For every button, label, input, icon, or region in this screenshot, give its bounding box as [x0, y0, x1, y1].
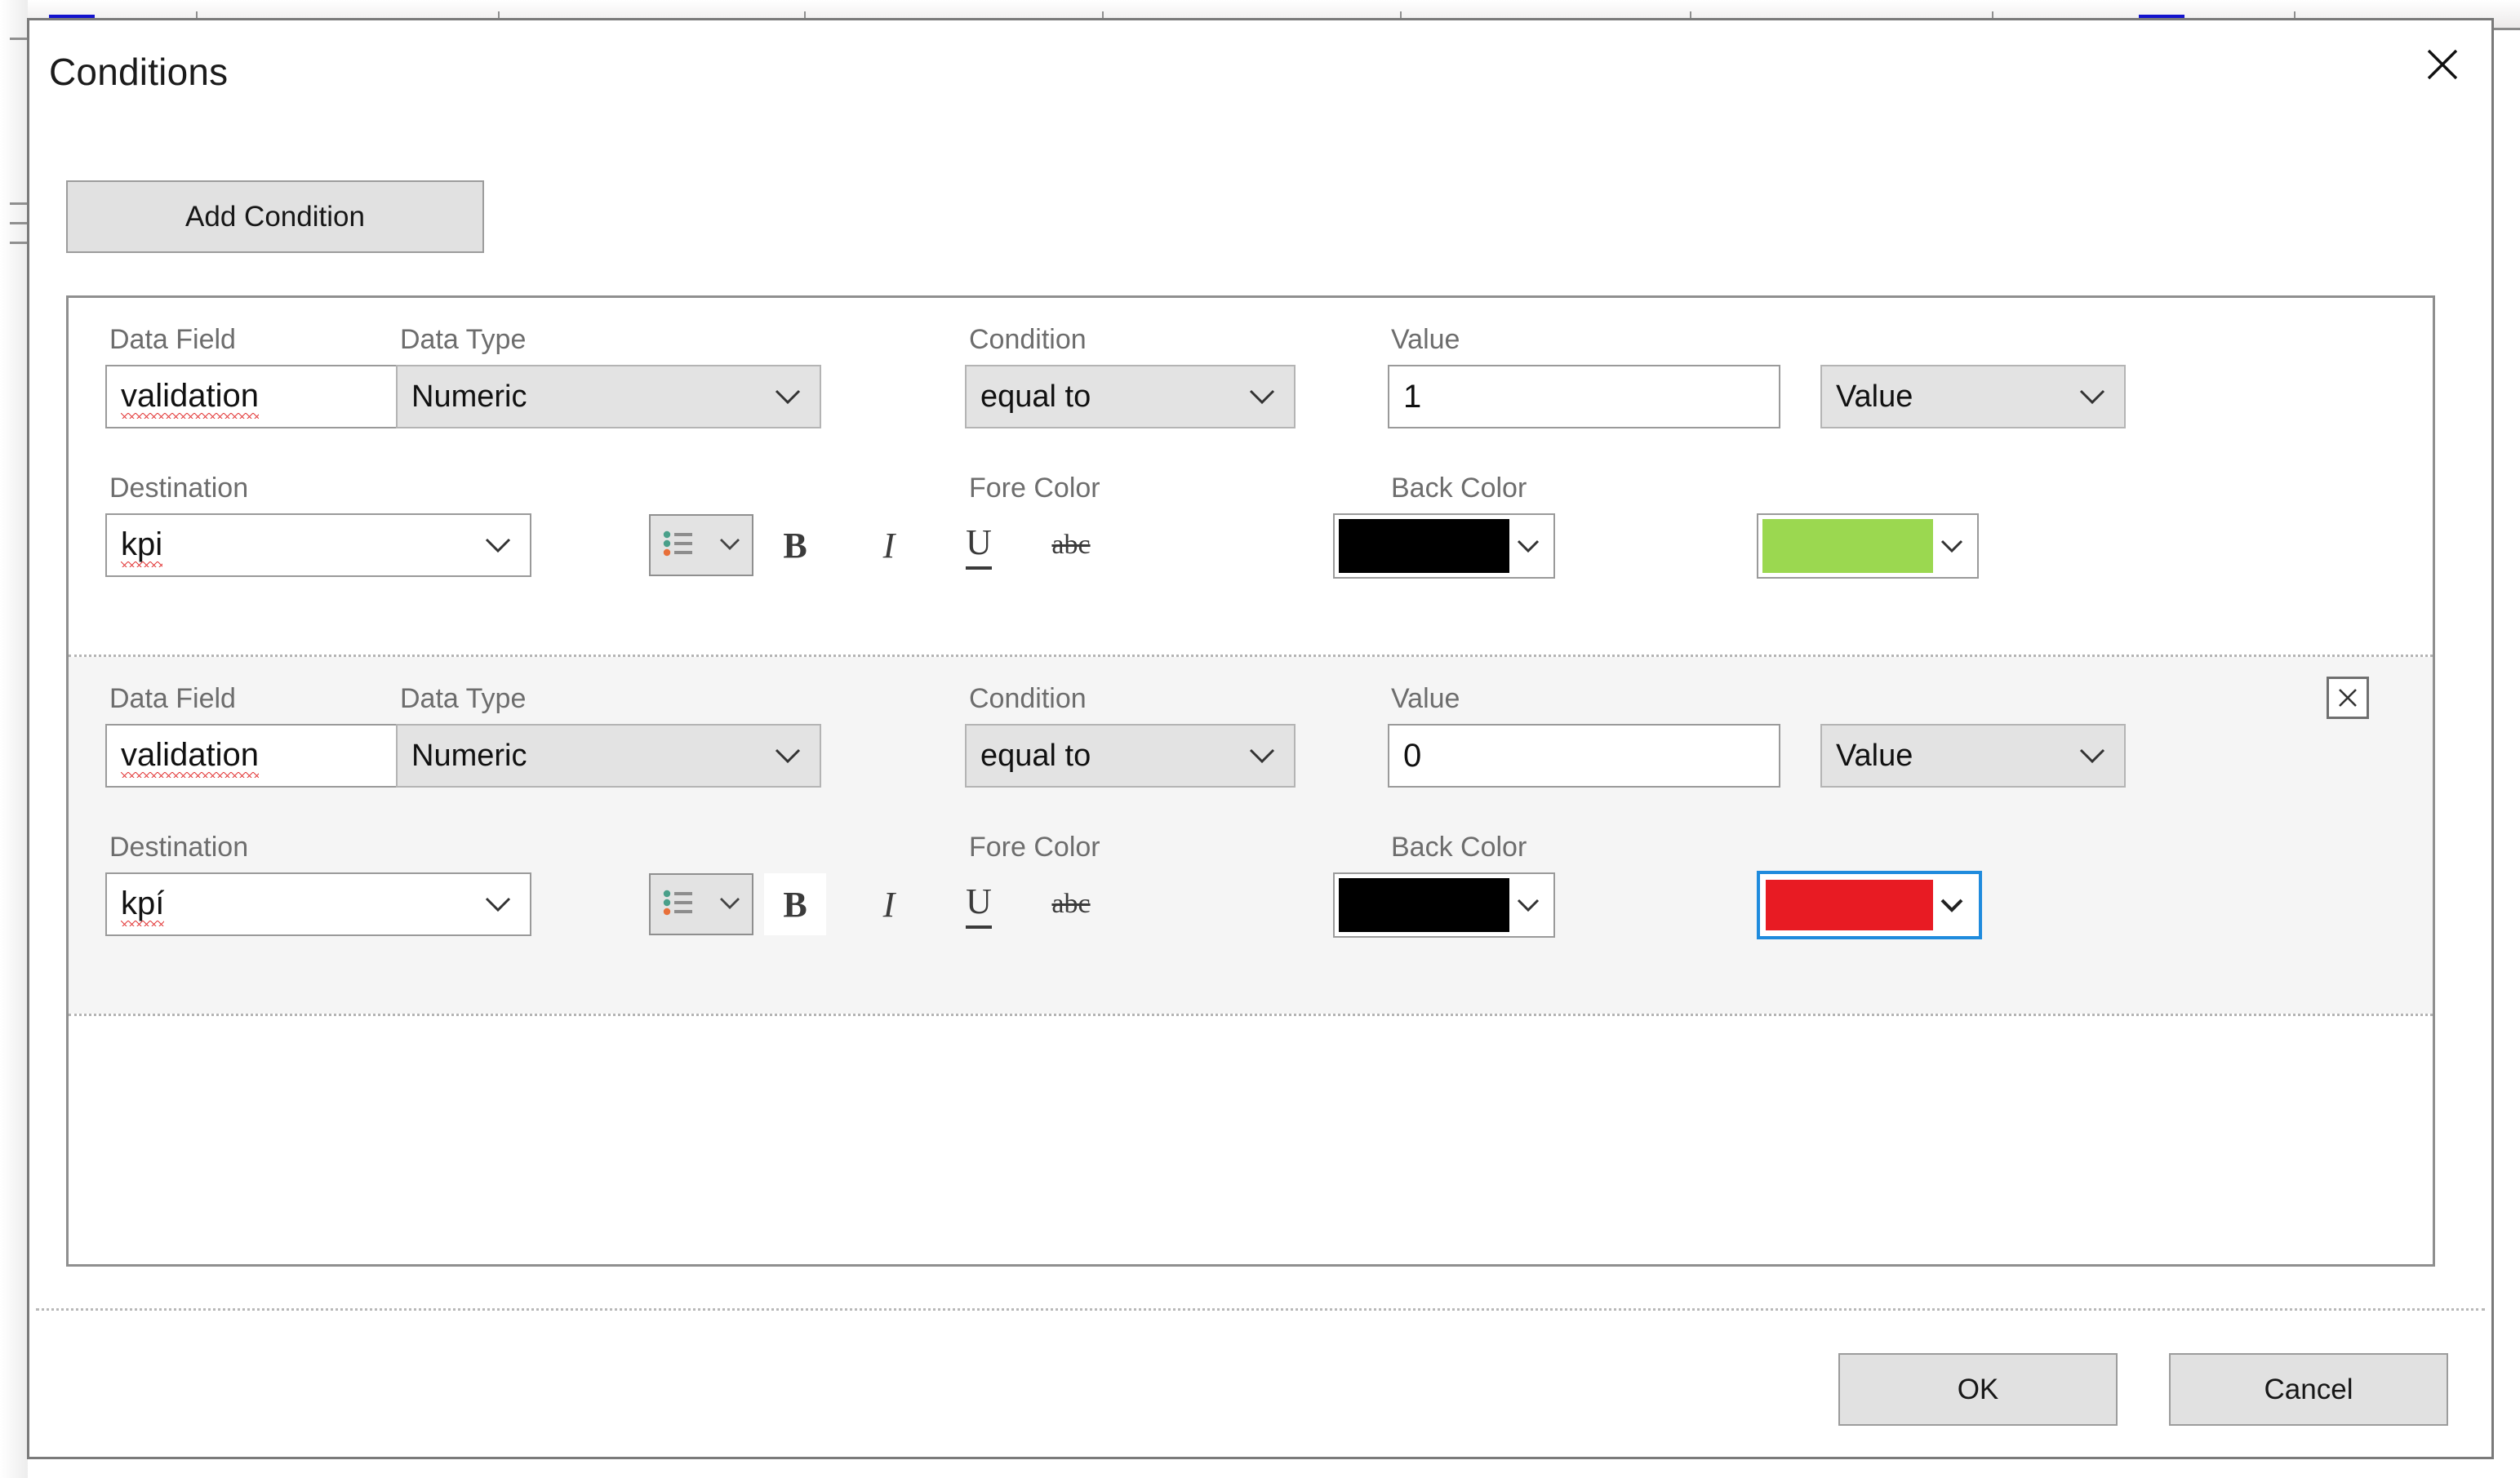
label-back-color: Back Color — [1391, 473, 1527, 504]
chevron-down-icon — [774, 388, 802, 406]
fore-color-swatch — [1339, 878, 1509, 932]
label-destination: Destination — [109, 473, 249, 504]
footer-divider — [36, 1308, 2485, 1311]
label-value: Value — [1391, 324, 1460, 355]
value-input-text: 1 — [1403, 378, 1422, 415]
dialog-titlebar: Conditions — [29, 20, 2491, 117]
bold-button[interactable]: B — [764, 873, 826, 935]
chevron-down-icon — [1940, 538, 1964, 554]
strikethrough-label: abc — [1051, 530, 1091, 560]
condition-row: Data Field Data Type Condition Value val… — [69, 657, 2433, 1014]
value-input[interactable]: 1 — [1388, 365, 1780, 428]
back-color-swatch — [1762, 519, 1933, 573]
italic-label: I — [882, 525, 896, 566]
ok-button[interactable]: OK — [1838, 1353, 2118, 1426]
destination-select[interactable]: kpi — [105, 513, 531, 577]
destination-select[interactable]: kpí — [105, 872, 531, 936]
condition-select[interactable]: equal to — [965, 365, 1296, 428]
label-fore-color: Fore Color — [969, 473, 1100, 504]
label-data-field: Data Field — [109, 324, 236, 355]
condition-value: equal to — [980, 738, 1091, 773]
label-condition: Condition — [969, 324, 1087, 355]
destination-value: kpi — [121, 526, 163, 567]
chevron-down-icon — [718, 895, 741, 914]
underline-button[interactable]: U — [948, 873, 1010, 935]
label-fore-color: Fore Color — [969, 832, 1100, 863]
page-title: Conditions — [49, 51, 229, 93]
fore-color-swatch — [1339, 519, 1509, 573]
strikethrough-label: abc — [1051, 889, 1091, 919]
label-data-type: Data Type — [400, 324, 527, 355]
data-type-select[interactable]: Numeric — [396, 724, 821, 788]
back-color-picker[interactable] — [1757, 513, 1979, 579]
underline-button[interactable]: U — [948, 514, 1010, 576]
bullet-list-button[interactable] — [649, 514, 753, 576]
bullet-list-button[interactable] — [649, 873, 753, 935]
chevron-down-icon — [1516, 897, 1540, 913]
chevron-down-icon — [1248, 747, 1276, 765]
chevron-down-icon — [718, 536, 741, 555]
value-input-text: 0 — [1403, 737, 1422, 774]
add-condition-button[interactable]: Add Condition — [66, 180, 484, 253]
ruler-tick — [10, 222, 28, 224]
value-kind-value: Value — [1836, 738, 1913, 773]
chevron-down-icon — [1248, 388, 1276, 406]
chevron-down-icon — [1516, 538, 1540, 554]
conditions-list: Data Field Data Type Condition Value val… — [66, 295, 2435, 1267]
bold-button[interactable]: B — [764, 514, 826, 576]
fore-color-picker[interactable] — [1333, 872, 1555, 938]
italic-label: I — [882, 884, 896, 925]
chevron-down-icon — [1940, 897, 1964, 913]
conditions-dialog: Conditions Add Condition Data Field Data… — [27, 18, 2494, 1459]
italic-button[interactable]: I — [858, 873, 920, 935]
label-condition: Condition — [969, 683, 1087, 714]
bullet-list-icon — [661, 526, 697, 566]
bullet-list-icon — [661, 885, 697, 925]
delete-condition-button[interactable] — [2327, 677, 2369, 719]
back-color-picker[interactable] — [1757, 871, 1982, 939]
condition-row: Data Field Data Type Condition Value val… — [69, 298, 2433, 655]
data-type-value: Numeric — [411, 379, 527, 414]
chevron-down-icon — [774, 747, 802, 765]
close-icon[interactable] — [2395, 22, 2490, 107]
destination-value: kpí — [121, 885, 165, 926]
condition-value: equal to — [980, 379, 1091, 414]
row-divider — [69, 1014, 2433, 1016]
chevron-down-icon — [2078, 747, 2106, 765]
bold-label: B — [783, 884, 807, 925]
data-field-value: validation — [121, 737, 260, 778]
value-input[interactable]: 0 — [1388, 724, 1780, 788]
value-kind-select[interactable]: Value — [1820, 365, 2126, 428]
label-destination: Destination — [109, 832, 249, 863]
ruler-tick — [10, 202, 28, 205]
chevron-down-icon — [484, 536, 512, 554]
data-type-value: Numeric — [411, 738, 527, 773]
close-icon — [2339, 689, 2357, 707]
underline-label: U — [966, 522, 992, 570]
chevron-down-icon — [484, 895, 512, 913]
back-color-swatch — [1766, 880, 1933, 930]
vertical-ruler[interactable] — [0, 0, 28, 1478]
underline-label: U — [966, 881, 992, 929]
ruler-tick — [10, 38, 28, 40]
italic-button[interactable]: I — [858, 514, 920, 576]
cancel-button[interactable]: Cancel — [2169, 1353, 2448, 1426]
label-back-color: Back Color — [1391, 832, 1527, 863]
ruler-tick — [10, 242, 28, 244]
data-type-select[interactable]: Numeric — [396, 365, 821, 428]
strikethrough-button[interactable]: abc — [1040, 514, 1102, 576]
label-value: Value — [1391, 683, 1460, 714]
label-data-type: Data Type — [400, 683, 527, 714]
bold-label: B — [783, 525, 807, 566]
chevron-down-icon — [2078, 388, 2106, 406]
add-condition-toolbar: Add Condition — [66, 180, 484, 253]
strikethrough-button[interactable]: abc — [1040, 873, 1102, 935]
condition-select[interactable]: equal to — [965, 724, 1296, 788]
label-data-field: Data Field — [109, 683, 236, 714]
data-field-value: validation — [121, 378, 260, 419]
value-kind-select[interactable]: Value — [1820, 724, 2126, 788]
fore-color-picker[interactable] — [1333, 513, 1555, 579]
value-kind-value: Value — [1836, 379, 1913, 414]
